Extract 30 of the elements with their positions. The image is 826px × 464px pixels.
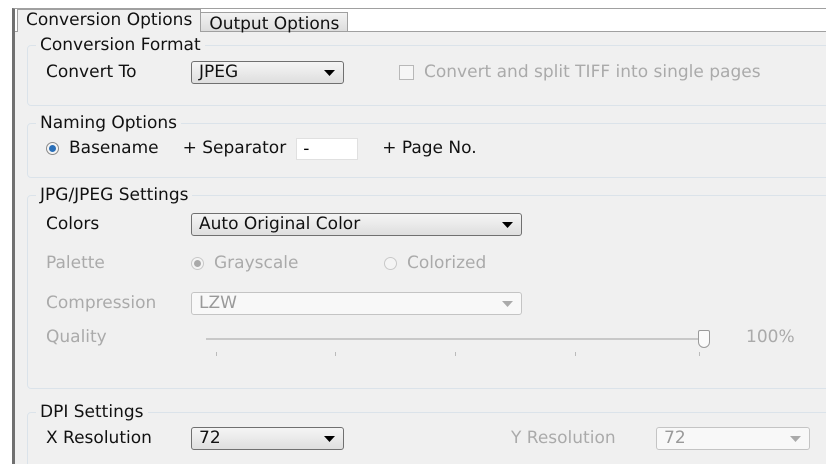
radio-label: Grayscale (214, 254, 300, 274)
field-label: Y Resolution (511, 428, 617, 448)
caret-icon (324, 70, 335, 76)
tab[interactable]: Output Options (200, 12, 348, 32)
field-label: Palette (46, 254, 106, 274)
field-label: Quality (46, 328, 108, 348)
caret-icon (502, 222, 513, 228)
group-title: Conversion Format (39, 36, 202, 56)
caret-icon (502, 300, 513, 307)
separator-field[interactable]: - (296, 138, 358, 160)
radio-button[interactable] (46, 142, 59, 156)
tab[interactable]: Conversion Options (17, 9, 202, 32)
convert-to-dropdown[interactable]: JPEG (191, 61, 344, 84)
caret-icon (324, 436, 335, 442)
checkbox-label: Convert and split TIFF into single pages (424, 62, 761, 82)
quality-reading: 100% (746, 328, 795, 348)
group-title: JPG/JPEG Settings (38, 186, 190, 206)
field-label: Convert To (46, 62, 138, 82)
radio-label: Colorized (407, 254, 486, 274)
group-title: DPI Settings (39, 403, 144, 423)
separator-label: + Separator (182, 138, 286, 158)
field-label: X Resolution (46, 428, 153, 448)
field-label: Compression (46, 294, 158, 314)
colors-dropdown[interactable]: Auto Original Color (191, 213, 522, 236)
page-number-label: + Page No. (382, 138, 477, 158)
field-label: Colors (46, 214, 100, 234)
caret-icon (790, 436, 801, 442)
x-resolution-dropdown[interactable]: 72 (191, 427, 344, 450)
group-title: Naming Options (39, 114, 178, 134)
radio-label: Basename (69, 138, 159, 158)
